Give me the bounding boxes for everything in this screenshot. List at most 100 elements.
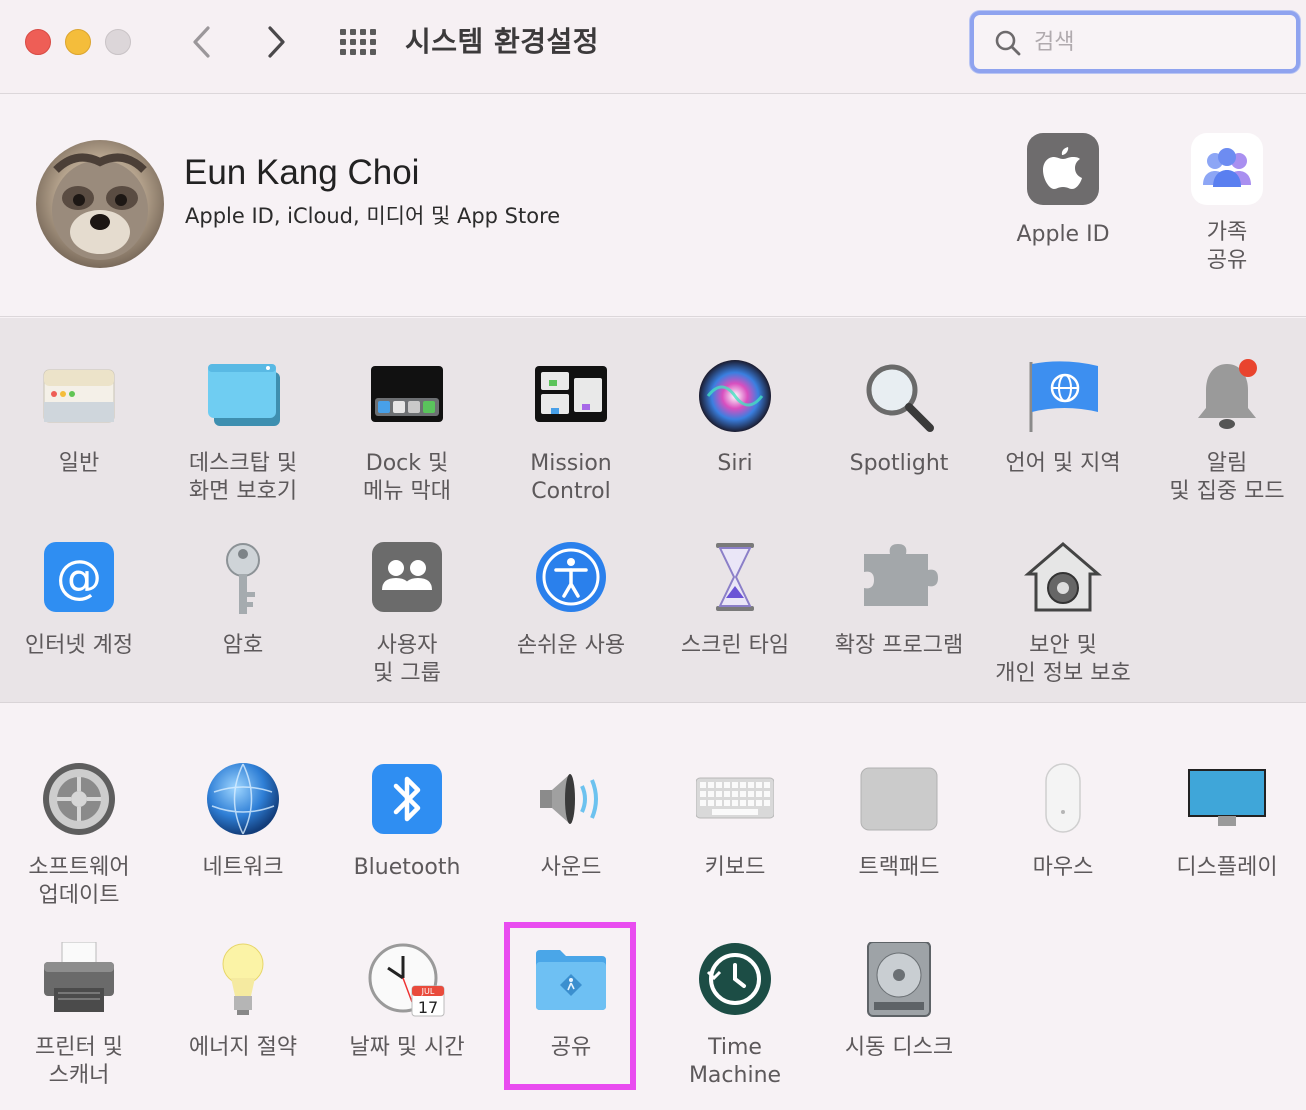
bluetooth-icon (368, 762, 446, 840)
pref-displays[interactable]: 디스플레이 (1145, 762, 1306, 882)
passwords-icon (204, 540, 282, 618)
pref-trackpad[interactable]: 트랙패드 (817, 762, 981, 882)
pref-general[interactable]: 일반 (0, 358, 161, 478)
avatar[interactable] (36, 140, 164, 268)
users-groups-icon (368, 540, 446, 618)
pref-software-update[interactable]: 소프트웨어 업데이트 (0, 762, 161, 910)
pref-label: 확장 프로그램 (834, 633, 964, 658)
search-icon (995, 30, 1021, 56)
spotlight-icon (860, 358, 938, 436)
pref-internet-accounts[interactable]: @ 인터넷 계정 (0, 540, 161, 660)
pref-keyboard[interactable]: 키보드 (653, 762, 817, 882)
apple-id-label: Apple ID (1016, 222, 1110, 247)
pref-printers-scanners[interactable]: 프린터 및 스캐너 (0, 941, 161, 1090)
pref-label: Time Machine (688, 1035, 782, 1088)
trackpad-icon (860, 762, 938, 840)
software-update-icon (40, 762, 118, 840)
printers-scanners-icon (40, 941, 118, 1020)
pref-label: 사용자 및 그룹 (373, 633, 441, 686)
pref-label: 언어 및 지역 (1005, 451, 1121, 476)
search-input[interactable] (1034, 23, 1284, 61)
language-region-icon (1024, 358, 1102, 436)
extensions-icon (860, 540, 938, 618)
window-title: 시스템 환경설정 (405, 25, 600, 58)
pref-label: 암호 (222, 633, 264, 658)
pref-label: 키보드 (704, 855, 766, 880)
screen-time-icon (696, 540, 774, 618)
pref-label: 시동 디스크 (844, 1035, 954, 1060)
pref-label: 디스플레이 (1176, 855, 1278, 880)
pref-passwords[interactable]: 암호 (161, 540, 325, 660)
pref-label: 에너지 절약 (188, 1035, 298, 1060)
time-machine-icon (696, 942, 774, 1020)
minimize-window-button[interactable] (65, 29, 91, 55)
svg-text:JUL: JUL (421, 987, 435, 996)
svg-text:17: 17 (418, 998, 438, 1017)
pref-accessibility[interactable]: 손쉬운 사용 (489, 540, 653, 660)
pref-label: 사운드 (540, 855, 602, 880)
pref-label: 소프트웨어 업데이트 (28, 855, 130, 908)
pref-sound[interactable]: 사운드 (489, 762, 653, 882)
pref-security-privacy[interactable]: 보안 및 개인 정보 보호 (981, 540, 1145, 688)
account-section: Eun Kang Choi Apple ID, iCloud, 미디어 및 Ap… (0, 95, 1306, 317)
date-time-icon: JUL 17 (368, 942, 446, 1020)
pref-dock-menubar[interactable]: Dock 및 메뉴 막대 (325, 358, 489, 506)
displays-icon (1188, 762, 1266, 840)
pref-label: 네트워크 (202, 855, 284, 880)
pref-siri[interactable]: Siri (653, 358, 817, 478)
search-field[interactable] (970, 11, 1300, 73)
pref-bluetooth[interactable]: Bluetooth (325, 762, 489, 882)
pref-label: 데스크탑 및 화면 보호기 (188, 451, 298, 504)
pref-label: Dock 및 메뉴 막대 (363, 451, 451, 504)
pref-label: 트랙패드 (858, 855, 940, 880)
pref-network[interactable]: 네트워크 (161, 762, 325, 882)
pref-mouse[interactable]: 마우스 (981, 762, 1145, 882)
pref-desktop-screensaver[interactable]: 데스크탑 및 화면 보호기 (161, 358, 325, 506)
pref-screen-time[interactable]: 스크린 타임 (653, 540, 817, 660)
pref-extensions[interactable]: 확장 프로그램 (817, 540, 981, 660)
pref-label: 날짜 및 시간 (349, 1035, 465, 1060)
mouse-icon (1024, 762, 1102, 840)
pref-date-time[interactable]: JUL 17 날짜 및 시간 (325, 942, 489, 1062)
account-name: Eun Kang Choi (184, 153, 420, 192)
chevron-left-icon (193, 26, 210, 58)
internet-accounts-icon: @ (40, 540, 118, 618)
apple-logo-icon (1027, 133, 1099, 205)
network-icon (204, 762, 282, 840)
pref-energy-saver[interactable]: 에너지 절약 (161, 942, 325, 1062)
family-sharing-pref[interactable]: 가족 공유 (1152, 133, 1302, 275)
pref-notifications-focus[interactable]: 알림 및 집중 모드 (1145, 358, 1306, 506)
pref-spotlight[interactable]: Spotlight (817, 358, 981, 478)
dock-icon (368, 358, 446, 436)
pref-startup-disk[interactable]: 시동 디스크 (817, 941, 981, 1062)
general-icon (40, 358, 118, 436)
pref-label: 스크린 타임 (680, 633, 790, 658)
notifications-icon (1188, 358, 1266, 436)
accessibility-icon (532, 540, 610, 618)
sharing-highlight-box (504, 922, 636, 1090)
title-bar: 시스템 환경설정 (0, 0, 1306, 94)
dog-photo (52, 153, 148, 260)
apple-id-pref[interactable]: Apple ID (988, 133, 1138, 249)
zoom-window-button[interactable] (105, 29, 131, 55)
mission-control-icon (532, 358, 610, 436)
desktop-icon (204, 358, 282, 436)
keyboard-icon (695, 762, 775, 840)
pref-label: Siri (717, 451, 753, 476)
close-window-button[interactable] (25, 29, 51, 55)
svg-text:@: @ (56, 550, 102, 604)
energy-saver-icon (204, 942, 282, 1020)
pref-time-machine[interactable]: Time Machine (653, 942, 817, 1090)
siri-icon (696, 358, 774, 436)
pref-language-region[interactable]: 언어 및 지역 (981, 358, 1145, 478)
forward-button[interactable] (256, 22, 296, 62)
show-all-grid-button[interactable] (337, 22, 377, 62)
family-sharing-icon (1191, 133, 1263, 205)
pref-label: 인터넷 계정 (24, 633, 134, 658)
pref-mission-control[interactable]: Mission Control (489, 358, 653, 506)
account-subtitle: Apple ID, iCloud, 미디어 및 App Store (185, 204, 561, 228)
pref-users-groups[interactable]: 사용자 및 그룹 (325, 540, 489, 688)
back-button[interactable] (182, 22, 222, 62)
chevron-right-icon (268, 26, 285, 58)
pref-label: 손쉬운 사용 (516, 633, 626, 658)
